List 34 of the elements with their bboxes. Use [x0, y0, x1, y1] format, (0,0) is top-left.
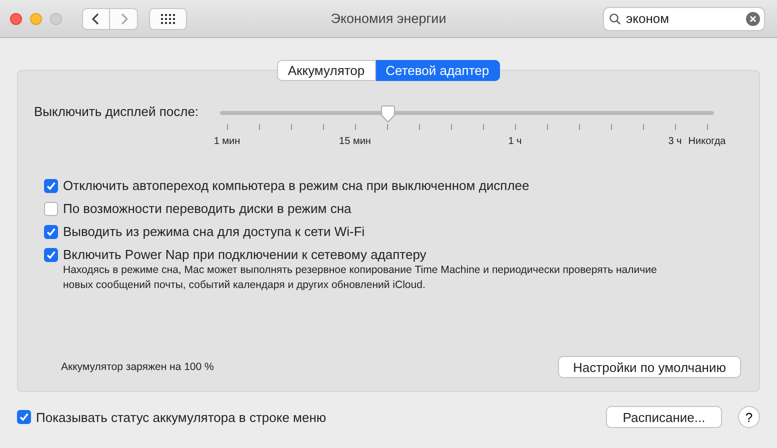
- tick-label: Никогда: [688, 136, 726, 147]
- back-button[interactable]: [82, 8, 110, 30]
- checkbox[interactable]: [44, 224, 58, 238]
- tick-label: 15 мин: [339, 136, 371, 147]
- show-all-button[interactable]: [149, 8, 187, 30]
- chevron-right-icon: [118, 12, 128, 26]
- help-button[interactable]: ?: [738, 406, 760, 428]
- tick-label: 3 ч: [668, 136, 682, 147]
- close-button[interactable]: [10, 12, 22, 24]
- battery-status: Аккумулятор заряжен на 100 %: [61, 361, 214, 373]
- restore-defaults-button[interactable]: Настройки по умолчанию: [558, 356, 741, 378]
- checkbox[interactable]: [17, 410, 31, 424]
- slider-thumb[interactable]: [380, 105, 396, 123]
- search-field[interactable]: эконом: [603, 6, 765, 30]
- option-label: По возможности переводить диски в режим сна: [63, 201, 352, 216]
- search-icon: [609, 12, 621, 24]
- option-description: Находясь в режиме сна, Mac может выполнять резервное копирование Time Machine и периодически проверять наличие новых сообщений почты, событий календаря и других обновлений iCloud.: [63, 263, 658, 293]
- option-label: Выводить из режима сна для доступа к сети Wi-Fi: [63, 224, 365, 239]
- schedule-button[interactable]: Расписание...: [606, 406, 722, 428]
- grid-icon: [161, 14, 175, 24]
- option-label: Включить Power Nap при подключении к сетевому адаптеру: [63, 247, 426, 262]
- tab[interactable]: Сетевой адаптер: [376, 60, 500, 81]
- checkbox[interactable]: [44, 248, 58, 262]
- tick-label: 1 мин: [214, 136, 240, 147]
- checkbox[interactable]: [44, 178, 58, 192]
- tab[interactable]: Аккумулятор: [276, 60, 376, 81]
- clear-icon[interactable]: [746, 12, 760, 26]
- option-label: Отключить автопереход компьютера в режим сна при выключенном дисплее: [63, 178, 530, 193]
- option-label: Показывать статус аккумулятора в строке меню: [36, 410, 326, 424]
- window-title: Экономия энергии: [330, 11, 446, 26]
- slider-label: Выключить дисплей после:: [34, 104, 199, 119]
- tick-label: 1 ч: [508, 136, 522, 147]
- chevron-left-icon: [91, 12, 101, 26]
- checkbox[interactable]: [44, 202, 58, 216]
